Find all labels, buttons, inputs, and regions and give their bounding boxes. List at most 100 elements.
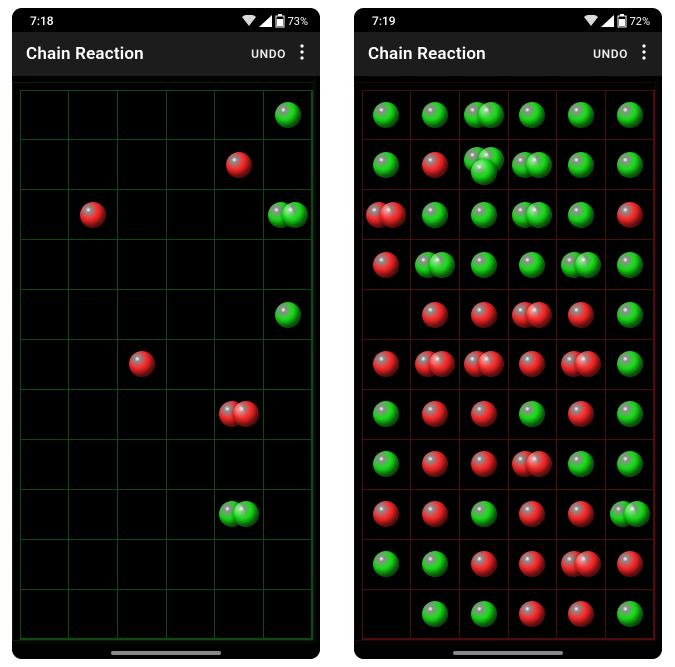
grid-cell[interactable]	[362, 189, 412, 240]
grid-cell[interactable]	[605, 589, 655, 640]
grid-cell[interactable]	[20, 139, 70, 190]
grid-cell[interactable]	[117, 439, 167, 490]
grid-cell[interactable]	[263, 90, 313, 141]
grid-cell[interactable]	[459, 339, 509, 390]
grid-cell[interactable]	[362, 139, 412, 190]
grid-cell[interactable]	[263, 439, 313, 490]
grid-cell[interactable]	[20, 339, 70, 390]
grid-cell[interactable]	[556, 239, 606, 290]
grid-cell[interactable]	[410, 439, 460, 490]
grid-cell[interactable]	[20, 439, 70, 490]
grid-cell[interactable]	[166, 589, 216, 640]
grid-cell[interactable]	[556, 90, 606, 141]
grid[interactable]	[362, 90, 654, 639]
grid-cell[interactable]	[410, 339, 460, 390]
grid-cell[interactable]	[362, 289, 412, 340]
grid-cell[interactable]	[362, 339, 412, 390]
grid-cell[interactable]	[68, 489, 118, 540]
grid-cell[interactable]	[20, 389, 70, 440]
grid-cell[interactable]	[214, 139, 264, 190]
grid-cell[interactable]	[68, 589, 118, 640]
grid-cell[interactable]	[166, 239, 216, 290]
grid-cell[interactable]	[605, 239, 655, 290]
grid-cell[interactable]	[410, 589, 460, 640]
grid-cell[interactable]	[459, 239, 509, 290]
grid-cell[interactable]	[410, 289, 460, 340]
grid-cell[interactable]	[605, 389, 655, 440]
grid-cell[interactable]	[166, 389, 216, 440]
grid-cell[interactable]	[68, 239, 118, 290]
grid-cell[interactable]	[20, 239, 70, 290]
grid-cell[interactable]	[508, 439, 558, 490]
grid-cell[interactable]	[459, 539, 509, 590]
grid-cell[interactable]	[68, 289, 118, 340]
grid-cell[interactable]	[556, 139, 606, 190]
grid-cell[interactable]	[68, 439, 118, 490]
grid-cell[interactable]	[263, 389, 313, 440]
grid-cell[interactable]	[20, 589, 70, 640]
grid-cell[interactable]	[166, 90, 216, 141]
grid-cell[interactable]	[508, 90, 558, 141]
grid-cell[interactable]	[556, 189, 606, 240]
undo-button[interactable]: UNDO	[243, 41, 294, 67]
grid-cell[interactable]	[214, 339, 264, 390]
grid-cell[interactable]	[556, 489, 606, 540]
grid-cell[interactable]	[605, 139, 655, 190]
grid-cell[interactable]	[68, 539, 118, 590]
grid-cell[interactable]	[117, 589, 167, 640]
grid-cell[interactable]	[556, 539, 606, 590]
grid-cell[interactable]	[214, 239, 264, 290]
grid-cell[interactable]	[263, 539, 313, 590]
grid-cell[interactable]	[166, 489, 216, 540]
grid-cell[interactable]	[508, 339, 558, 390]
grid-cell[interactable]	[459, 389, 509, 440]
grid-cell[interactable]	[410, 489, 460, 540]
grid-cell[interactable]	[263, 139, 313, 190]
grid-cell[interactable]	[117, 289, 167, 340]
undo-button[interactable]: UNDO	[585, 41, 636, 67]
grid-cell[interactable]	[166, 439, 216, 490]
game-board[interactable]	[20, 90, 312, 639]
grid-cell[interactable]	[214, 389, 264, 440]
grid-cell[interactable]	[68, 189, 118, 240]
grid-cell[interactable]	[68, 389, 118, 440]
grid-cell[interactable]	[166, 339, 216, 390]
game-board-area[interactable]	[12, 76, 320, 659]
grid-cell[interactable]	[410, 189, 460, 240]
grid-cell[interactable]	[362, 239, 412, 290]
grid-cell[interactable]	[508, 539, 558, 590]
grid-cell[interactable]	[20, 289, 70, 340]
grid-cell[interactable]	[459, 90, 509, 141]
grid-cell[interactable]	[214, 589, 264, 640]
grid-cell[interactable]	[556, 589, 606, 640]
grid-cell[interactable]	[362, 539, 412, 590]
grid-cell[interactable]	[508, 289, 558, 340]
grid-cell[interactable]	[605, 489, 655, 540]
grid-cell[interactable]	[214, 189, 264, 240]
grid-cell[interactable]	[117, 489, 167, 540]
grid-cell[interactable]	[508, 239, 558, 290]
grid-cell[interactable]	[410, 539, 460, 590]
grid-cell[interactable]	[459, 439, 509, 490]
grid-cell[interactable]	[214, 289, 264, 340]
grid-cell[interactable]	[362, 489, 412, 540]
grid-cell[interactable]	[68, 339, 118, 390]
grid-cell[interactable]	[20, 189, 70, 240]
grid-cell[interactable]	[605, 439, 655, 490]
grid-cell[interactable]	[459, 589, 509, 640]
grid-cell[interactable]	[508, 389, 558, 440]
grid-cell[interactable]	[20, 489, 70, 540]
grid-cell[interactable]	[166, 539, 216, 590]
grid-cell[interactable]	[263, 289, 313, 340]
grid-cell[interactable]	[459, 139, 509, 190]
game-board-area[interactable]	[354, 76, 662, 659]
grid-cell[interactable]	[362, 90, 412, 141]
grid-cell[interactable]	[117, 139, 167, 190]
grid[interactable]	[20, 90, 312, 639]
grid-cell[interactable]	[459, 489, 509, 540]
grid-cell[interactable]	[117, 189, 167, 240]
grid-cell[interactable]	[214, 90, 264, 141]
grid-cell[interactable]	[508, 189, 558, 240]
grid-cell[interactable]	[117, 239, 167, 290]
grid-cell[interactable]	[508, 489, 558, 540]
